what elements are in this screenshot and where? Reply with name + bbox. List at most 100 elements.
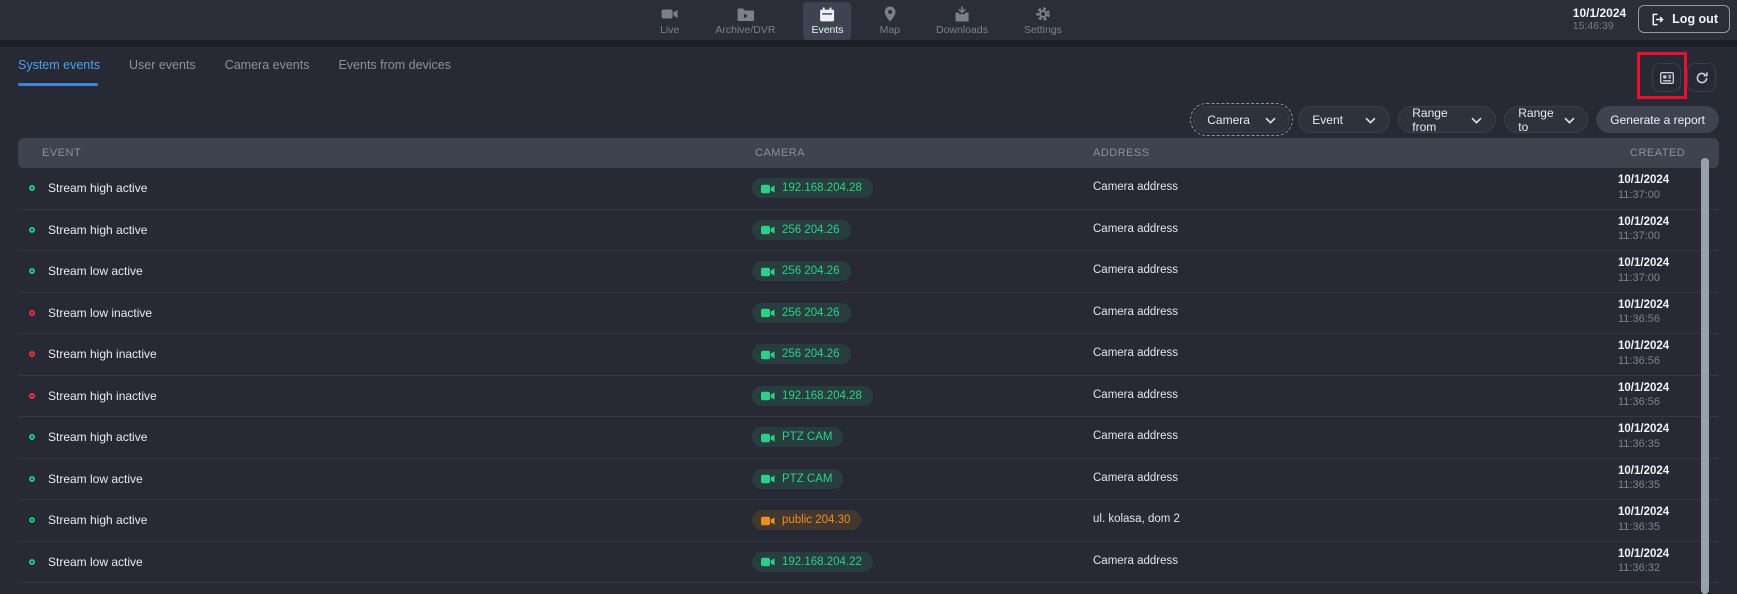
nav-item-downloads[interactable]: Downloads (928, 2, 996, 40)
camera-name: PTZ CAM (782, 431, 832, 443)
camera-icon (761, 308, 775, 318)
logout-icon (1650, 12, 1665, 27)
event-row[interactable]: Stream high inactive 192.168.204.28 Came… (18, 376, 1719, 418)
nav-item-archive-dvr[interactable]: Archive/DVR (707, 2, 783, 40)
downloads-box-icon (954, 6, 970, 22)
created-time: 11:37:00 (1618, 271, 1669, 285)
created-time: 11:36:35 (1618, 478, 1669, 492)
camera-address: Camera address (1093, 430, 1178, 442)
camera-icon (761, 516, 775, 526)
camera-icon (761, 350, 775, 360)
event-name: Stream high active (48, 513, 147, 527)
tab-user-events[interactable]: User events (129, 58, 196, 86)
camera-badge[interactable]: PTZ CAM (752, 469, 843, 489)
camera-badge[interactable]: public 204.30 (752, 510, 861, 530)
nav-item-events[interactable]: Events (803, 2, 851, 40)
created-cell: 10/1/2024 11:36:35 (1618, 422, 1669, 451)
chevron-down-icon (1471, 117, 1482, 124)
map-pin-icon (883, 6, 897, 22)
created-cell: 10/1/2024 11:36:56 (1618, 298, 1669, 327)
generate-report-button[interactable]: Generate a report (1596, 106, 1719, 133)
header-address: ADDRESS (1093, 147, 1150, 159)
chevron-down-icon (1365, 117, 1376, 124)
event-name: Stream high inactive (48, 389, 157, 403)
created-time: 11:36:56 (1618, 395, 1669, 409)
created-date: 10/1/2024 (1618, 547, 1669, 562)
camera-badge[interactable]: 192.168.204.22 (752, 552, 873, 572)
created-cell: 10/1/2024 11:37:00 (1618, 173, 1669, 202)
created-cell: 10/1/2024 11:36:56 (1618, 339, 1669, 368)
created-time: 11:37:00 (1618, 229, 1669, 243)
filter-toolbar: Camera Event Range from Range to Generat… (1193, 106, 1719, 133)
camera-filter-dropdown[interactable]: Camera (1193, 106, 1290, 133)
created-date: 10/1/2024 (1618, 505, 1669, 520)
tab-system-events[interactable]: System events (18, 58, 100, 86)
tab-events-from-devices[interactable]: Events from devices (338, 58, 451, 86)
event-filter-dropdown[interactable]: Event (1298, 106, 1390, 133)
nav-item-map[interactable]: Map (872, 2, 908, 40)
camera-address: Camera address (1093, 347, 1178, 359)
event-status-icon (29, 476, 35, 482)
logout-button[interactable]: Log out (1638, 5, 1730, 33)
nav-item-settings[interactable]: Settings (1016, 2, 1070, 40)
range-to-label: Range to (1518, 106, 1553, 134)
event-row[interactable]: Stream low active PTZ CAM Camera address… (18, 459, 1719, 501)
event-row[interactable]: Stream high active PTZ CAM Camera addres… (18, 417, 1719, 459)
event-row[interactable]: Stream low inactive 256 204.26 Camera ad… (18, 293, 1719, 335)
camera-icon (761, 474, 775, 484)
event-row[interactable]: Stream high active 256 204.26 Camera add… (18, 210, 1719, 252)
live-camera-icon (661, 6, 678, 22)
scrollbar-thumb[interactable] (1701, 158, 1709, 594)
event-row[interactable]: Stream low active 192.168.204.22 Camera … (18, 542, 1719, 584)
created-cell: 10/1/2024 11:37:00 (1618, 256, 1669, 285)
event-row[interactable]: Stream high active 192.168.204.28 Camera… (18, 168, 1719, 210)
camera-name: 192.168.204.22 (782, 556, 862, 568)
refresh-button[interactable] (1687, 63, 1716, 92)
event-status-icon (29, 227, 35, 233)
event-row[interactable]: Stream low active 256 204.26 Camera addr… (18, 251, 1719, 293)
event-status-icon (29, 559, 35, 565)
camera-badge[interactable]: 256 204.26 (752, 261, 851, 281)
created-date: 10/1/2024 (1618, 215, 1669, 230)
report-button[interactable] (1652, 63, 1681, 92)
header-camera: CAMERA (755, 147, 805, 159)
created-time: 11:36:56 (1618, 312, 1669, 326)
event-row[interactable]: Stream high inactive 256 204.26 Camera a… (18, 334, 1719, 376)
camera-badge[interactable]: 256 204.26 (752, 344, 851, 364)
nav-item-live[interactable]: Live (652, 2, 687, 40)
nav-label: Map (880, 25, 900, 36)
camera-icon (761, 391, 775, 401)
camera-name: 256 204.26 (782, 307, 840, 319)
camera-badge[interactable]: 256 204.26 (752, 220, 851, 240)
range-to-dropdown[interactable]: Range to (1504, 106, 1588, 133)
event-name: Stream low active (48, 264, 143, 278)
range-from-dropdown[interactable]: Range from (1398, 106, 1496, 133)
camera-name: 256 204.26 (782, 265, 840, 277)
nav-label: Archive/DVR (715, 25, 775, 36)
nav-label: Settings (1024, 25, 1062, 36)
camera-address: Camera address (1093, 555, 1178, 567)
current-date: 10/1/2024 (1573, 6, 1626, 20)
nav-label: Events (811, 25, 843, 36)
camera-badge[interactable]: 192.168.204.28 (752, 178, 873, 198)
nav-label: Live (660, 25, 679, 36)
camera-name: 192.168.204.28 (782, 390, 862, 402)
camera-name: 192.168.204.28 (782, 182, 862, 194)
camera-badge[interactable]: 256 204.26 (752, 303, 851, 323)
camera-icon (761, 557, 775, 567)
event-status-icon (29, 434, 35, 440)
created-date: 10/1/2024 (1618, 256, 1669, 271)
event-status-icon (29, 517, 35, 523)
camera-badge[interactable]: 192.168.204.28 (752, 386, 873, 406)
event-row[interactable]: Stream high active public 204.30 ul. kol… (18, 500, 1719, 542)
event-status-icon (29, 268, 35, 274)
created-time: 11:36:35 (1618, 520, 1669, 534)
camera-filter-label: Camera (1207, 113, 1250, 127)
tab-camera-events[interactable]: Camera events (225, 58, 310, 86)
event-name: Stream low active (48, 555, 143, 569)
camera-icon (761, 184, 775, 194)
camera-address: Camera address (1093, 389, 1178, 401)
created-time: 11:37:00 (1618, 188, 1669, 202)
refresh-icon (1694, 70, 1710, 86)
camera-badge[interactable]: PTZ CAM (752, 427, 843, 447)
